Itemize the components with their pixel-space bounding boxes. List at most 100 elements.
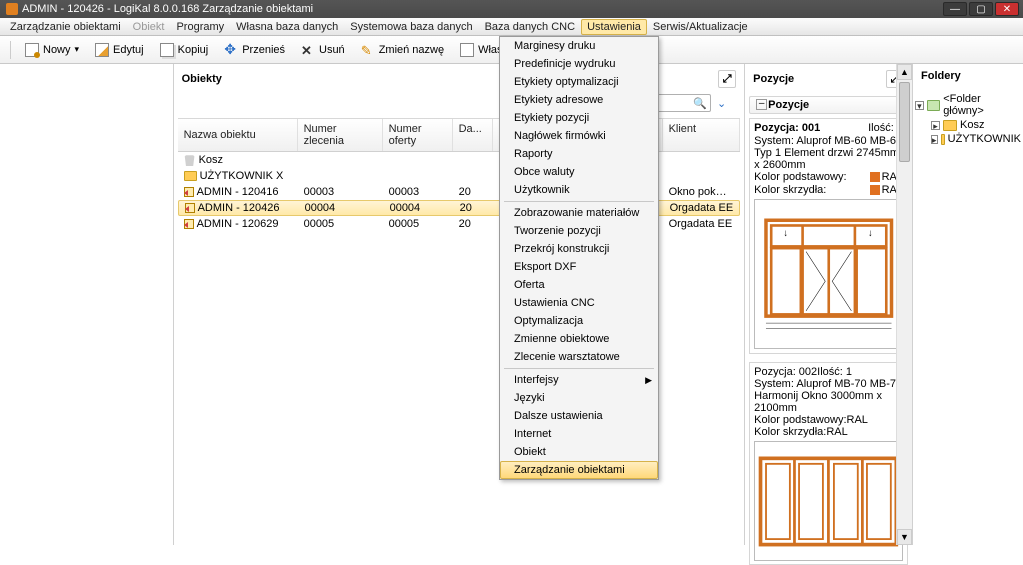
menuitem-obce-waluty[interactable]: Obce waluty xyxy=(500,163,658,181)
trash-icon xyxy=(184,154,196,166)
col-numof[interactable]: Numer oferty xyxy=(383,119,453,151)
col-client[interactable]: Klient xyxy=(663,119,741,151)
row-da: 20 xyxy=(454,201,494,215)
folders-title: Foldery xyxy=(921,70,961,82)
position-card-2[interactable]: Pozycja: 002Ilość: 1 System: Aluprof MB-… xyxy=(749,362,908,565)
tree-expand-icon[interactable]: ▸ xyxy=(931,135,938,144)
menuitem-internet[interactable]: Internet xyxy=(500,425,658,443)
tree-node-kosz[interactable]: ▸ Kosz xyxy=(915,118,1021,132)
color-swatch-icon xyxy=(870,172,880,182)
properties-icon xyxy=(460,43,474,57)
edit-button[interactable]: Edytuj xyxy=(89,40,150,60)
menuitem-ustawienia-cnc[interactable]: Ustawienia CNC xyxy=(500,294,658,312)
positions-scrollbar[interactable]: ▲ ▼ xyxy=(896,64,912,545)
col-numzl[interactable]: Numer zlecenia xyxy=(298,119,383,151)
pos2-sashcolor: RAL xyxy=(826,426,847,438)
menu-obiekt[interactable]: Obiekt xyxy=(127,19,171,35)
menuitem-zlecenie-warsztatowe[interactable]: Zlecenie warsztatowe xyxy=(500,348,658,366)
objects-panel-title: Obiekty xyxy=(182,73,222,85)
pos2-sashcolor-label: Kolor skrzydła: xyxy=(754,426,826,438)
menuitem-przekroj-konstrukcji[interactable]: Przekrój konstrukcji xyxy=(500,240,658,258)
pos2-drawing xyxy=(754,441,903,561)
tree-label: UŻYTKOWNIK xyxy=(948,133,1021,145)
svg-text:↓: ↓ xyxy=(783,228,788,239)
tree-node-root[interactable]: ▾ <Folder główny> xyxy=(915,92,1021,118)
copy-button[interactable]: Kopiuj xyxy=(154,40,215,60)
menu-serwis[interactable]: Serwis/Aktualizacje xyxy=(647,19,754,35)
tree-node-uzytkownik[interactable]: ▸ UŻYTKOWNIK xyxy=(915,132,1021,146)
menuitem-naglowek-firmowki[interactable]: Nagłówek firmówki xyxy=(500,127,658,145)
menuitem-oferta[interactable]: Oferta xyxy=(500,276,658,294)
menuitem-tworzenie-pozycji[interactable]: Tworzenie pozycji xyxy=(500,222,658,240)
folder-icon xyxy=(184,171,197,181)
menuitem-etykiety-optymalizacji[interactable]: Etykiety optymalizacji xyxy=(500,73,658,91)
menuitem-eksport-dxf[interactable]: Eksport DXF xyxy=(500,258,658,276)
menu-ustawienia[interactable]: Ustawienia xyxy=(581,19,647,35)
menu-zarzadzanie-obiektami[interactable]: Zarządzanie obiektami xyxy=(4,19,127,35)
pos1-qty-label: Ilość: xyxy=(868,122,894,134)
menu-systemowa-baza[interactable]: Systemowa baza danych xyxy=(344,19,478,35)
menuitem-obiekt[interactable]: Obiekt xyxy=(500,443,658,461)
menu-programy[interactable]: Programy xyxy=(170,19,230,35)
menuitem-zobrazowanie-materialow[interactable]: Zobrazowanie materiałów xyxy=(500,204,658,222)
positions-group-header[interactable]: Pozycje xyxy=(749,96,908,114)
tree-collapse-icon[interactable]: ▾ xyxy=(915,101,924,110)
menuitem-marginesy-druku[interactable]: Marginesy druku xyxy=(500,37,658,55)
row-numzl: 00005 xyxy=(298,217,383,231)
menu-wlasna-baza[interactable]: Własna baza danych xyxy=(230,19,344,35)
submenu-arrow-icon: ▶ xyxy=(645,375,652,386)
positions-title: Pozycje xyxy=(753,73,794,85)
row-client: Okno pok… xyxy=(663,185,741,199)
delete-label: Usuń xyxy=(319,44,345,56)
tree-expand-icon[interactable]: ▸ xyxy=(931,121,940,130)
menuitem-zmienne-obiektowe[interactable]: Zmienne obiektowe xyxy=(500,330,658,348)
row-name: ADMIN - 120629 xyxy=(197,218,279,230)
menuitem-jezyki[interactable]: Języki xyxy=(500,389,658,407)
close-button[interactable]: ✕ xyxy=(995,2,1019,16)
edit-icon xyxy=(95,43,109,57)
pos1-drawing: ↓ ↓ xyxy=(754,199,903,349)
objects-panel-collapse-button[interactable]: ⤢ xyxy=(718,70,736,88)
menubar: Zarządzanie obiektami Obiekt Programy Wł… xyxy=(0,18,1023,36)
scroll-up-icon[interactable]: ▲ xyxy=(897,64,912,80)
move-button[interactable]: Przenieś xyxy=(218,40,291,60)
menuitem-predefinicje-wydruku[interactable]: Predefinicje wydruku xyxy=(500,55,658,73)
object-icon xyxy=(184,187,194,197)
row-numof: 00005 xyxy=(383,217,453,231)
scroll-thumb[interactable] xyxy=(899,82,910,162)
menuitem-optymalizacja[interactable]: Optymalizacja xyxy=(500,312,658,330)
rename-icon xyxy=(361,43,375,57)
window-titlebar: ADMIN - 120426 - LogiKal 8.0.0.168 Zarzą… xyxy=(0,0,1023,18)
rename-button[interactable]: Zmień nazwę xyxy=(355,40,450,60)
menuitem-etykiety-adresowe[interactable]: Etykiety adresowe xyxy=(500,91,658,109)
menuitem-interfejsy[interactable]: Interfejsy▶ xyxy=(500,371,658,389)
position-card-1[interactable]: Pozycja: 001Ilość: 1 System: Aluprof MB-… xyxy=(749,118,908,354)
move-label: Przenieś xyxy=(242,44,285,56)
object-icon xyxy=(185,203,195,213)
menuitem-uzytkownik[interactable]: Użytkownik xyxy=(500,181,658,199)
menuitem-etykiety-pozycji[interactable]: Etykiety pozycji xyxy=(500,109,658,127)
row-name: ADMIN - 120416 xyxy=(197,186,279,198)
menuitem-raporty[interactable]: Raporty xyxy=(500,145,658,163)
pos2-system: System: Aluprof MB-70 MB-70 Harmonij Okn… xyxy=(754,378,903,414)
row-client: Orgadata EE xyxy=(664,201,740,215)
row-numzl: 00004 xyxy=(299,201,384,215)
menuitem-zarzadzanie-obiektami[interactable]: Zarządzanie obiektami xyxy=(500,461,658,479)
pos1-basecolor-label: Kolor podstawowy: xyxy=(754,171,846,183)
delete-button[interactable]: Usuń xyxy=(295,40,351,60)
menuitem-dalsze-ustawienia[interactable]: Dalsze ustawienia xyxy=(500,407,658,425)
maximize-button[interactable]: ▢ xyxy=(969,2,993,16)
col-name[interactable]: Nazwa obiektu xyxy=(178,119,298,151)
folder-icon xyxy=(943,120,957,131)
positions-panel: Pozycje ⤢ Pozycje Pozycja: 001Ilość: 1 S… xyxy=(745,64,913,545)
scroll-down-icon[interactable]: ▼ xyxy=(897,529,912,545)
new-button[interactable]: Nowy ▾ xyxy=(19,40,85,60)
row-name: ADMIN - 120426 xyxy=(198,202,280,214)
menu-baza-cnc[interactable]: Baza danych CNC xyxy=(479,19,582,35)
pos2-header: Pozycja: 002 xyxy=(754,366,817,378)
col-da[interactable]: Da... xyxy=(453,119,493,151)
minimize-button[interactable]: — xyxy=(943,2,967,16)
pos1-header: Pozycja: 001 xyxy=(754,122,820,134)
search-expand-button[interactable]: ⌄ xyxy=(715,95,728,112)
folder-icon xyxy=(941,134,945,145)
